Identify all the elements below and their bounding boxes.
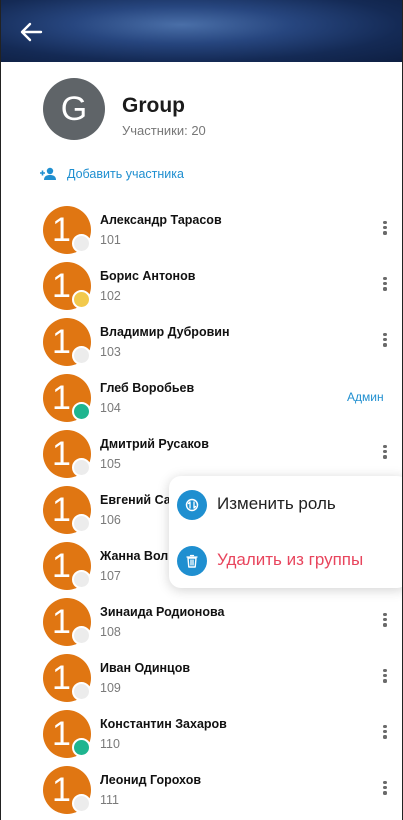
status-indicator: [72, 402, 91, 421]
member-number: 102: [100, 289, 121, 303]
status-indicator: [72, 346, 91, 365]
status-indicator: [72, 794, 91, 813]
member-row[interactable]: 1 Константин Захаров 110: [1, 706, 402, 762]
member-name: Иван Одинцов: [100, 661, 191, 675]
member-row[interactable]: 1 Глеб Воробьев 104 Админ: [1, 370, 402, 426]
member-name: Владимир Дубровин: [100, 325, 230, 339]
more-options-button[interactable]: [373, 667, 397, 689]
back-button[interactable]: [15, 16, 47, 48]
remove-from-group-label: Удалить из группы: [217, 550, 364, 569]
role-switch-icon: [177, 490, 207, 520]
arrow-left-icon: [20, 22, 43, 42]
member-name: Константин Захаров: [100, 717, 227, 731]
add-person-icon: [40, 167, 56, 180]
member-row[interactable]: 1 Владимир Дубровин 103: [1, 314, 402, 370]
member-number: 106: [100, 513, 121, 527]
group-header: G Group Участники: 20: [43, 78, 373, 140]
more-options-button[interactable]: [373, 779, 397, 801]
member-name: Леонид Горохов: [100, 773, 202, 787]
member-name: Жанна Волк: [100, 549, 175, 563]
member-row[interactable]: 1 Борис Антонов 102: [1, 258, 402, 314]
add-member-label: Добавить участника: [67, 167, 184, 181]
status-indicator: [72, 290, 91, 309]
status-indicator: [72, 458, 91, 477]
status-indicator: [72, 570, 91, 589]
admin-role-label: Админ: [347, 390, 384, 404]
screen: G Group Участники: 20 Добавить участника…: [0, 0, 403, 820]
group-name: Group: [122, 94, 185, 117]
member-name: Борис Антонов: [100, 269, 196, 283]
member-number: 103: [100, 345, 121, 359]
status-indicator: [72, 234, 91, 253]
member-row[interactable]: 1 Дмитрий Русаков 105: [1, 426, 402, 482]
more-options-button[interactable]: [373, 219, 397, 241]
change-role-menu-item[interactable]: Изменить роль: [169, 476, 402, 532]
add-member-button[interactable]: Добавить участника: [39, 164, 184, 184]
more-options-button[interactable]: [373, 443, 397, 465]
member-number: 105: [100, 457, 121, 471]
participants-count: Участники: 20: [122, 123, 206, 138]
remove-from-group-menu-item[interactable]: Удалить из группы: [169, 532, 402, 588]
member-number: 111: [100, 793, 120, 807]
member-row[interactable]: 1 Зинаида Родионова 108: [1, 594, 402, 650]
member-number: 108: [100, 625, 121, 639]
context-menu: Изменить роль Удалить из группы: [169, 476, 402, 588]
member-number: 107: [100, 569, 121, 583]
member-row[interactable]: 1 Александр Тарасов 101: [1, 202, 402, 258]
member-name: Глеб Воробьев: [100, 381, 195, 395]
member-row[interactable]: 1 Иван Одинцов 109: [1, 650, 402, 706]
member-row[interactable]: 1 Леонид Горохов 111: [1, 762, 402, 818]
member-number: 110: [100, 737, 120, 751]
group-avatar: G: [43, 78, 105, 140]
member-number: 104: [100, 401, 121, 415]
member-name: Зинаида Родионова: [100, 605, 225, 619]
more-options-button[interactable]: [373, 723, 397, 745]
trash-icon: [177, 546, 207, 576]
change-role-label: Изменить роль: [217, 494, 336, 513]
status-indicator: [72, 682, 91, 701]
member-name: Дмитрий Русаков: [100, 437, 209, 451]
member-number: 101: [100, 233, 121, 247]
member-number: 109: [100, 681, 121, 695]
more-options-button[interactable]: [373, 275, 397, 297]
app-bar: [1, 0, 402, 62]
more-options-button[interactable]: [373, 611, 397, 633]
member-name: Александр Тарасов: [100, 213, 222, 227]
status-indicator: [72, 514, 91, 533]
status-indicator: [72, 738, 91, 757]
status-indicator: [72, 626, 91, 645]
more-options-button[interactable]: [373, 331, 397, 353]
